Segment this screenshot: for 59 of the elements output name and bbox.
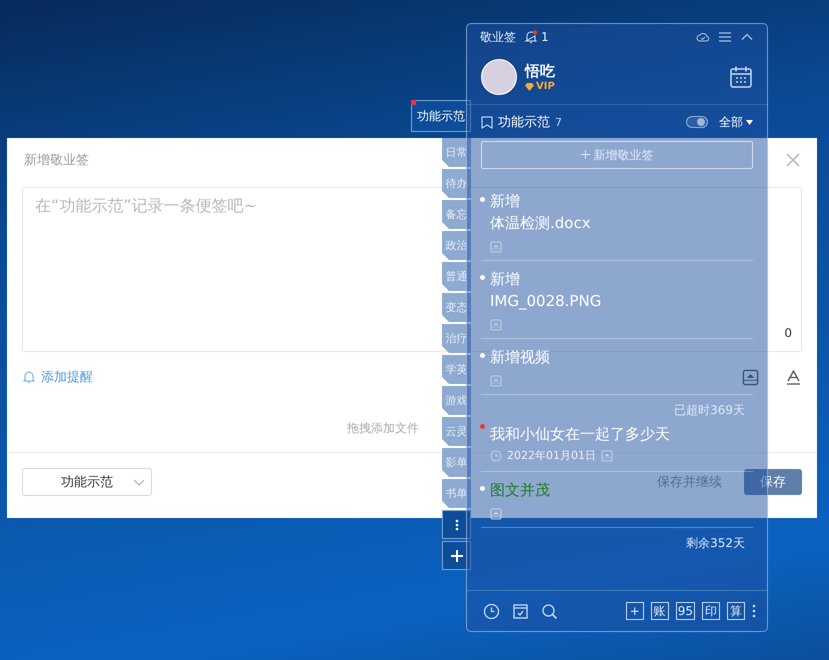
- category-tab[interactable]: 普通: [442, 262, 471, 291]
- category-tab[interactable]: 游戏: [442, 386, 471, 415]
- category-tab[interactable]: 政治: [442, 231, 471, 260]
- note-text[interactable]: 新增 体温检测.docx: [481, 190, 591, 234]
- note-status: 已超时369天: [673, 402, 746, 419]
- cloud-icon[interactable]: [696, 30, 710, 44]
- note-status: 剩余352天: [685, 535, 746, 552]
- add-note-button[interactable]: 新增敬业签: [481, 141, 753, 169]
- category-tab[interactable]: 变态: [442, 293, 471, 322]
- text-format-icon[interactable]: [785, 368, 802, 386]
- filter-dropdown[interactable]: 全部: [719, 114, 753, 130]
- note-text[interactable]: 图文并茂: [481, 479, 550, 501]
- category-tab[interactable]: 待办: [442, 169, 471, 198]
- calendar-check-icon[interactable]: [512, 602, 529, 620]
- clock-icon: [490, 450, 502, 462]
- category-tab[interactable]: 云灵: [442, 417, 471, 446]
- note-date: 2022年01月01日: [507, 448, 596, 463]
- category-name: 功能示范: [498, 114, 550, 131]
- category-tab[interactable]: 日常: [442, 138, 471, 167]
- char-count: 0: [784, 326, 792, 340]
- toggle-switch[interactable]: [686, 116, 708, 128]
- bell-icon: [22, 370, 36, 384]
- save-continue-link[interactable]: 保存并继续: [657, 473, 722, 491]
- bell-icon[interactable]: [524, 30, 538, 44]
- clock-icon[interactable]: [483, 602, 500, 620]
- toolbar-button[interactable]: 算: [727, 602, 745, 620]
- category-tab[interactable]: 治疗: [442, 324, 471, 353]
- bookmark-icon: [481, 116, 493, 128]
- category-tab[interactable]: 备忘: [442, 200, 471, 229]
- toolbar-button[interactable]: 95: [676, 602, 695, 620]
- drop-hint: 拖拽添加文件: [347, 420, 419, 437]
- notification-count: 1: [541, 30, 549, 44]
- app-name: 敬业签: [480, 28, 516, 46]
- avatar[interactable]: [481, 59, 517, 95]
- toolbar-button[interactable]: +: [626, 602, 644, 620]
- search-icon[interactable]: [541, 602, 558, 620]
- toolbar-button[interactable]: 印: [702, 602, 720, 620]
- vip-badge: VIP: [525, 81, 555, 92]
- plus-icon: [580, 150, 590, 158]
- note-text[interactable]: 新增 IMG_0028.PNG: [481, 268, 602, 312]
- toolbar-button[interactable]: 账: [650, 602, 669, 620]
- note-text[interactable]: 我和小仙女在一起了多少天: [481, 423, 670, 445]
- user-name: 悟吃: [525, 62, 555, 81]
- more-icon[interactable]: [442, 510, 471, 539]
- save-button[interactable]: 保存: [744, 469, 802, 495]
- category-tab[interactable]: 影单: [442, 448, 471, 477]
- category-tab[interactable]: 学英: [442, 355, 471, 384]
- add-reminder-link[interactable]: 添加提醒: [22, 368, 93, 386]
- menu-icon[interactable]: [718, 30, 732, 44]
- more-icon[interactable]: [752, 604, 756, 618]
- caret-icon: [746, 120, 753, 124]
- category-tab[interactable]: 书单: [442, 479, 471, 508]
- dialog-title: 新增敬业签: [24, 152, 89, 169]
- category-tab[interactable]: 功能示范: [411, 100, 471, 132]
- storage-icon[interactable]: [742, 368, 759, 386]
- calendar-icon[interactable]: [729, 65, 753, 89]
- category-select[interactable]: 功能示范: [22, 468, 152, 496]
- add-icon[interactable]: [442, 541, 471, 570]
- note-count: 7: [555, 116, 562, 128]
